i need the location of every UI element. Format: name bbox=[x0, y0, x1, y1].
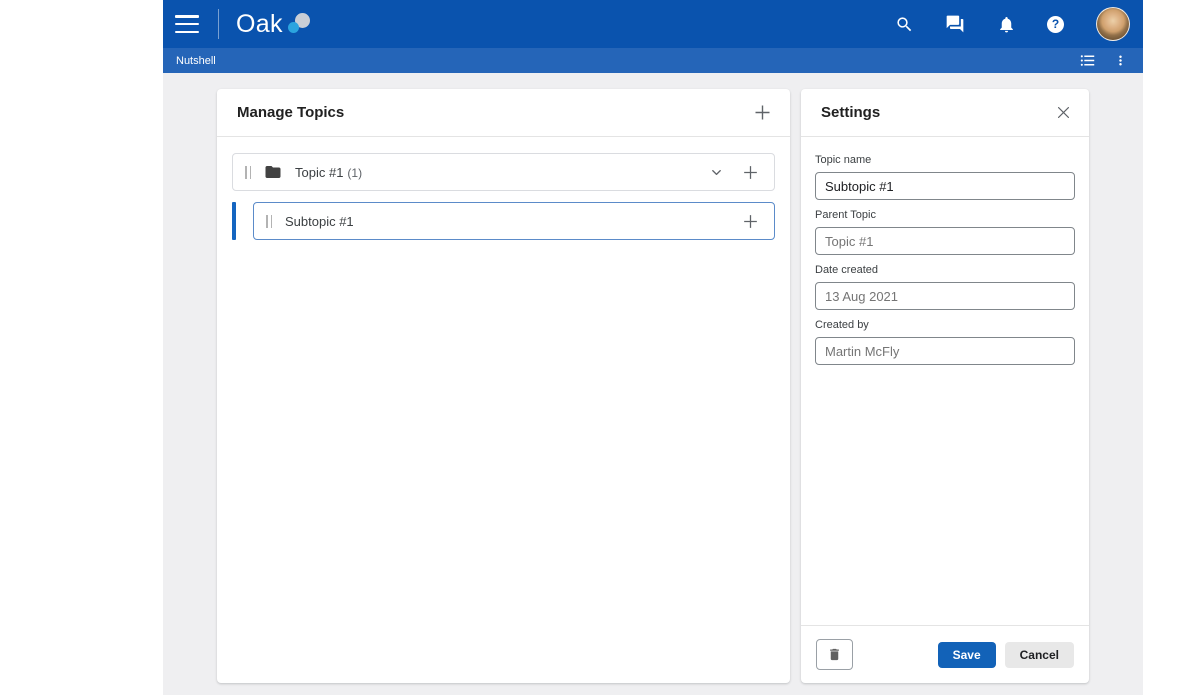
topic-name-field[interactable] bbox=[815, 172, 1075, 200]
settings-title: Settings bbox=[821, 104, 881, 121]
folder-icon bbox=[264, 163, 282, 181]
drag-handle-icon[interactable] bbox=[266, 214, 272, 228]
logo-text: Oak bbox=[236, 9, 283, 38]
date-created-label: Date created bbox=[815, 264, 878, 276]
subbar: Nutshell bbox=[163, 48, 1143, 73]
add-subtopic-button[interactable] bbox=[741, 163, 760, 182]
chat-icon[interactable] bbox=[945, 14, 965, 34]
hamburger-menu-icon[interactable] bbox=[175, 15, 199, 33]
cancel-button[interactable]: Cancel bbox=[1004, 641, 1074, 668]
topic-row[interactable]: Topic #1 (1) bbox=[232, 153, 775, 191]
kebab-menu-icon[interactable] bbox=[1113, 53, 1128, 68]
subtopic-label: Subtopic #1 bbox=[285, 213, 354, 229]
search-icon[interactable] bbox=[894, 14, 914, 34]
topic-label: Topic #1 (1) bbox=[295, 164, 363, 180]
topbar-actions: ? bbox=[894, 7, 1130, 41]
user-avatar[interactable] bbox=[1096, 7, 1130, 41]
manage-topics-header: Manage Topics bbox=[217, 89, 790, 137]
subtopic-container: Subtopic #1 bbox=[232, 202, 775, 240]
parent-topic-field[interactable] bbox=[815, 227, 1075, 255]
settings-header: Settings bbox=[801, 89, 1089, 137]
subbar-actions bbox=[1079, 52, 1128, 69]
parent-topic-label: Parent Topic bbox=[815, 209, 876, 221]
close-icon[interactable] bbox=[1055, 104, 1072, 121]
app-name: Nutshell bbox=[176, 54, 216, 67]
oak-logo-icon bbox=[285, 11, 311, 37]
main-content: Manage Topics Topic #1 (1) Subtopic #1 S… bbox=[163, 73, 1143, 695]
settings-footer: Save Cancel bbox=[801, 625, 1089, 683]
trash-icon bbox=[827, 647, 842, 662]
add-topic-button[interactable] bbox=[752, 102, 773, 123]
oak-logo[interactable]: Oak bbox=[236, 10, 311, 39]
manage-topics-title: Manage Topics bbox=[237, 104, 345, 121]
created-by-field[interactable] bbox=[815, 337, 1075, 365]
settings-panel: Settings Topic name Parent Topic Date cr… bbox=[801, 89, 1089, 683]
topics-list: Topic #1 (1) Subtopic #1 bbox=[217, 137, 790, 256]
topic-name-label: Topic name bbox=[815, 154, 872, 166]
selected-indicator-bar bbox=[232, 202, 236, 240]
manage-topics-card: Manage Topics Topic #1 (1) Subtopic #1 bbox=[217, 89, 790, 683]
topbar: Oak ? bbox=[163, 0, 1143, 48]
help-icon[interactable]: ? bbox=[1047, 15, 1064, 33]
subtopic-count: (1) bbox=[347, 165, 363, 180]
add-nested-subtopic-button[interactable] bbox=[741, 212, 760, 231]
save-button[interactable]: Save bbox=[937, 641, 996, 668]
topbar-divider bbox=[218, 9, 219, 39]
date-created-field[interactable] bbox=[815, 282, 1075, 310]
subtopic-row[interactable]: Subtopic #1 bbox=[253, 202, 775, 240]
drag-handle-icon[interactable] bbox=[245, 165, 251, 179]
list-view-icon[interactable] bbox=[1079, 52, 1096, 69]
notifications-bell-icon[interactable] bbox=[996, 14, 1016, 34]
created-by-label: Created by bbox=[815, 319, 869, 331]
collapse-topic-chevron-down-icon[interactable] bbox=[709, 165, 724, 180]
settings-form: Topic name Parent Topic Date created Cre… bbox=[801, 137, 1089, 365]
app-window: Oak ? Nutshell Manage Topics Topic #1 (1… bbox=[163, 0, 1143, 695]
delete-topic-button[interactable] bbox=[816, 639, 853, 670]
